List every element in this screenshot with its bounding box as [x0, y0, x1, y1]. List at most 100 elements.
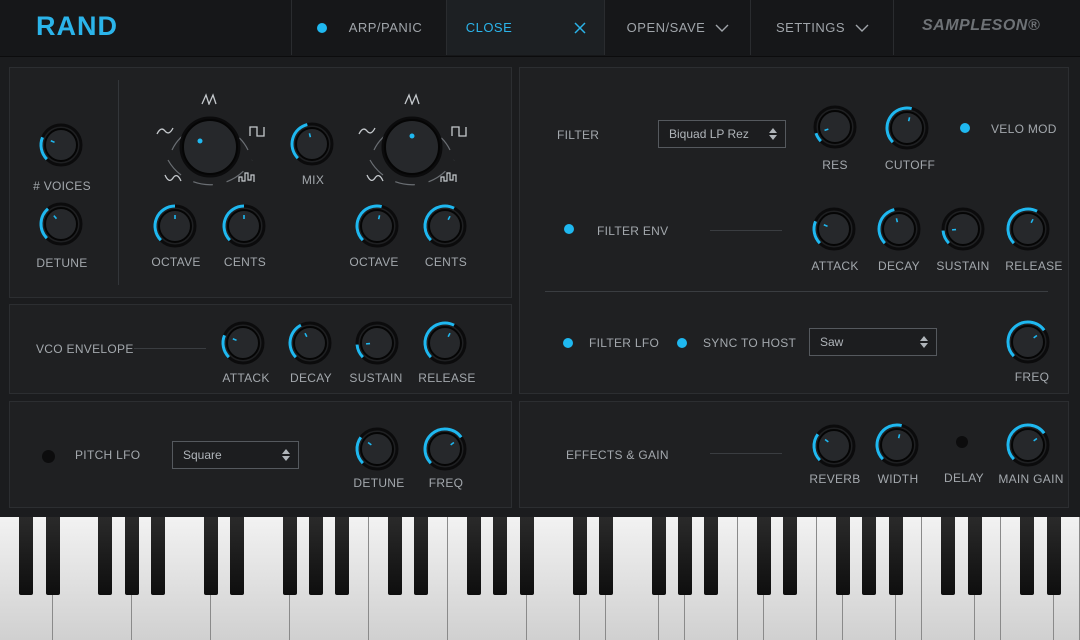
main-gain-label: MAIN GAIN [998, 472, 1064, 486]
knob-graphic [381, 116, 443, 178]
black-key[interactable] [335, 517, 350, 595]
black-key[interactable] [414, 517, 429, 595]
mix-knob[interactable] [288, 120, 336, 173]
open-save-menu[interactable]: OPEN/SAVE [604, 0, 751, 55]
divider-line [710, 453, 782, 454]
filter-sustain-label: SUSTAIN [936, 259, 990, 273]
pitch-lfo-toggle[interactable] [42, 450, 55, 463]
black-key[interactable] [151, 517, 166, 595]
filter-decay-knob[interactable] [875, 205, 923, 258]
black-key[interactable] [862, 517, 877, 595]
osc1-cents-knob[interactable] [220, 202, 268, 255]
black-key[interactable] [756, 517, 771, 595]
sync-to-host-label: SYNC TO HOST [703, 336, 797, 350]
osc1-octave-knob[interactable] [151, 202, 199, 255]
chevron-down-icon [855, 24, 869, 32]
main-gain-knob[interactable] [1004, 421, 1052, 474]
sync-to-host-toggle[interactable] [677, 338, 687, 348]
filter-env-toggle[interactable] [564, 224, 574, 234]
filter-cutoff-knob[interactable] [883, 104, 931, 157]
black-key[interactable] [203, 517, 218, 595]
filter-decay-label: DECAY [878, 259, 920, 273]
filter-divider [545, 291, 1048, 292]
black-key[interactable] [783, 517, 798, 595]
pitch-lfo-wave-select[interactable]: Square [172, 441, 299, 469]
black-key[interactable] [888, 517, 903, 595]
black-key[interactable] [493, 517, 508, 595]
knob-graphic [221, 321, 265, 365]
knob-graphic [941, 207, 985, 251]
vco-sustain-knob[interactable] [353, 319, 401, 372]
knob-graphic [288, 321, 332, 365]
vco-decay-knob[interactable] [286, 319, 334, 372]
arp-indicator [316, 22, 327, 33]
black-key[interactable] [598, 517, 613, 595]
filter-release-knob[interactable] [1004, 205, 1052, 258]
filter-attack-knob[interactable] [810, 205, 858, 258]
filter-lfo-wave-select[interactable]: Saw [809, 328, 937, 356]
black-key[interactable] [967, 517, 982, 595]
black-key[interactable] [941, 517, 956, 595]
detune-label: DETUNE [36, 256, 88, 270]
osc2-octave-knob[interactable] [353, 202, 401, 255]
filter-lfo-toggle[interactable] [563, 338, 573, 348]
vco-release-knob[interactable] [421, 319, 469, 372]
black-key[interactable] [467, 517, 482, 595]
black-key[interactable] [572, 517, 587, 595]
delay-label: DELAY [944, 471, 984, 485]
black-key[interactable] [677, 517, 692, 595]
pitch-lfo-freq-knob[interactable] [421, 425, 469, 478]
osc1-wave-knob[interactable] [177, 114, 243, 185]
select-arrows-icon [282, 449, 290, 461]
black-key[interactable] [1046, 517, 1061, 595]
width-knob[interactable] [873, 421, 921, 474]
knob-graphic [423, 427, 467, 471]
knob-graphic [222, 204, 266, 248]
knob-graphic [1006, 423, 1050, 467]
knob-graphic [812, 207, 856, 251]
square-wave-icon [249, 126, 265, 137]
vco-attack-knob[interactable] [219, 319, 267, 372]
black-key[interactable] [230, 517, 245, 595]
knob-graphic [355, 321, 399, 365]
arp-panic-button[interactable]: ARP/PANIC [291, 0, 447, 55]
black-key[interactable] [704, 517, 719, 595]
filter-lfo-freq-knob[interactable] [1004, 318, 1052, 371]
detune-knob[interactable] [37, 200, 85, 253]
filter-sustain-knob[interactable] [939, 205, 987, 258]
knob-graphic [813, 105, 857, 149]
saw-wave-icon [404, 93, 420, 105]
filter-type-select[interactable]: Biquad LP Rez [658, 120, 786, 148]
close-label: CLOSE [465, 20, 513, 35]
pitch-lfo-detune-knob[interactable] [353, 425, 401, 478]
pitch-lfo-detune-label: DETUNE [353, 476, 405, 490]
black-key[interactable] [651, 517, 666, 595]
osc2-wave-knob[interactable] [379, 114, 445, 185]
black-key[interactable] [835, 517, 850, 595]
black-key[interactable] [388, 517, 403, 595]
voices-knob[interactable] [37, 121, 85, 174]
black-key[interactable] [309, 517, 324, 595]
black-key[interactable] [519, 517, 534, 595]
close-button[interactable]: CLOSE [446, 0, 605, 55]
black-key[interactable] [19, 517, 34, 595]
osc2-cents-knob[interactable] [421, 202, 469, 255]
knob-graphic [355, 204, 399, 248]
knob-graphic [39, 123, 83, 167]
select-arrows-icon [769, 128, 777, 140]
black-key[interactable] [45, 517, 60, 595]
delay-toggle[interactable] [956, 436, 968, 448]
filter-title: FILTER [557, 128, 600, 142]
knob-graphic [39, 202, 83, 246]
black-key[interactable] [124, 517, 139, 595]
filter-res-knob[interactable] [811, 103, 859, 156]
settings-menu[interactable]: SETTINGS [750, 0, 894, 55]
velo-mod-toggle[interactable] [960, 123, 970, 133]
black-key[interactable] [282, 517, 297, 595]
black-key[interactable] [1020, 517, 1035, 595]
black-key[interactable] [98, 517, 113, 595]
settings-label: SETTINGS [775, 20, 845, 35]
reverb-knob[interactable] [810, 422, 858, 475]
knob-graphic [877, 207, 921, 251]
piano-keyboard[interactable] [0, 517, 1080, 640]
